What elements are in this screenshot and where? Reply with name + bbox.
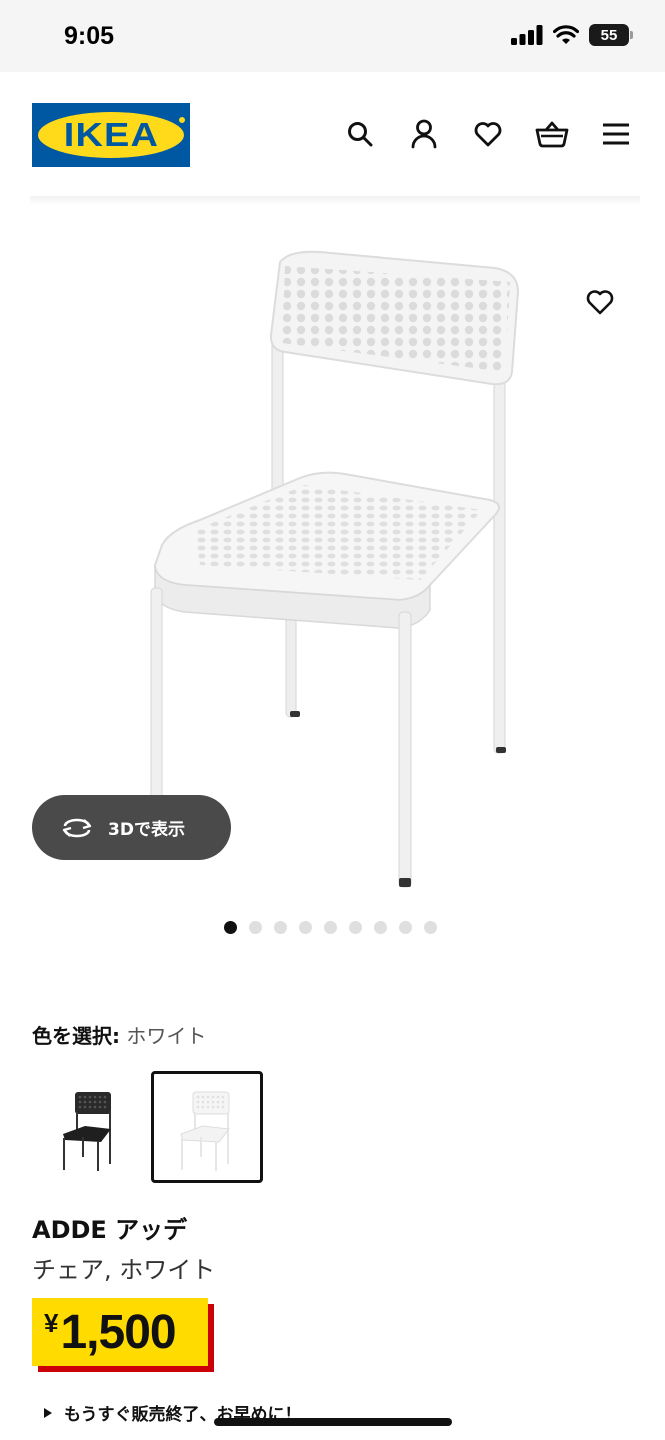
cart-button[interactable] (534, 116, 570, 152)
price-tag: ¥ 1,500 (32, 1298, 214, 1372)
pagination-dot[interactable] (399, 921, 412, 934)
signal-icon (511, 25, 543, 45)
registered-mark (178, 116, 186, 124)
logo-oval: IKEA (38, 112, 184, 158)
status-bar: 9:05 55 (0, 0, 665, 72)
wishlist-icon (474, 122, 502, 147)
color-selector-label: 色を選択: ホワイト (32, 1020, 206, 1049)
heart-icon (586, 290, 614, 315)
white-chair-thumbnail (180, 1091, 230, 1171)
pagination-dot[interactable] (249, 921, 262, 934)
account-icon (411, 119, 437, 149)
wifi-icon (553, 25, 579, 44)
color-selector-title: 色を選択: (32, 1024, 120, 1048)
product-description: チェア, ホワイト (32, 1256, 216, 1284)
color-option-black[interactable] (33, 1071, 145, 1183)
view-in-3d-button[interactable]: 3Dで表示 (32, 795, 231, 860)
ikea-logo[interactable]: IKEA (32, 103, 190, 167)
cart-icon (535, 121, 569, 148)
expand-arrow-icon (44, 1407, 52, 1418)
account-button[interactable] (406, 116, 442, 152)
pagination-dot[interactable] (349, 921, 362, 934)
search-icon (348, 122, 373, 147)
battery-icon: 55 (589, 24, 633, 46)
menu-button[interactable] (598, 116, 634, 152)
product-name: ADDE アッデ (32, 1216, 188, 1244)
search-button[interactable] (342, 116, 378, 152)
status-time: 9:05 (64, 22, 115, 50)
battery-level: 55 (600, 26, 618, 44)
wishlist-button[interactable] (470, 116, 506, 152)
selected-color-value: ホワイト (126, 1024, 207, 1048)
price-value: 1,500 (60, 1305, 176, 1359)
home-indicator[interactable] (214, 1418, 452, 1426)
status-icons: 55 (511, 24, 633, 46)
pagination-dot[interactable] (374, 921, 387, 934)
logo-text: IKEA (63, 116, 159, 153)
pagination-dot[interactable] (424, 921, 437, 934)
color-option-white[interactable] (151, 1071, 263, 1183)
pagination-dot[interactable] (299, 921, 312, 934)
add-to-wishlist-button[interactable] (582, 284, 618, 320)
pagination-dot[interactable] (324, 921, 337, 934)
gallery-pagination (224, 921, 437, 934)
black-chair-thumbnail (63, 1092, 111, 1171)
pagination-dot[interactable] (274, 921, 287, 934)
pagination-dot[interactable] (224, 921, 237, 934)
menu-icon (603, 123, 629, 145)
price-box: ¥ 1,500 (32, 1298, 208, 1366)
rotate-3d-icon (62, 818, 92, 837)
view-in-3d-label: 3Dで表示 (108, 820, 185, 840)
price-currency: ¥ (44, 1308, 59, 1338)
